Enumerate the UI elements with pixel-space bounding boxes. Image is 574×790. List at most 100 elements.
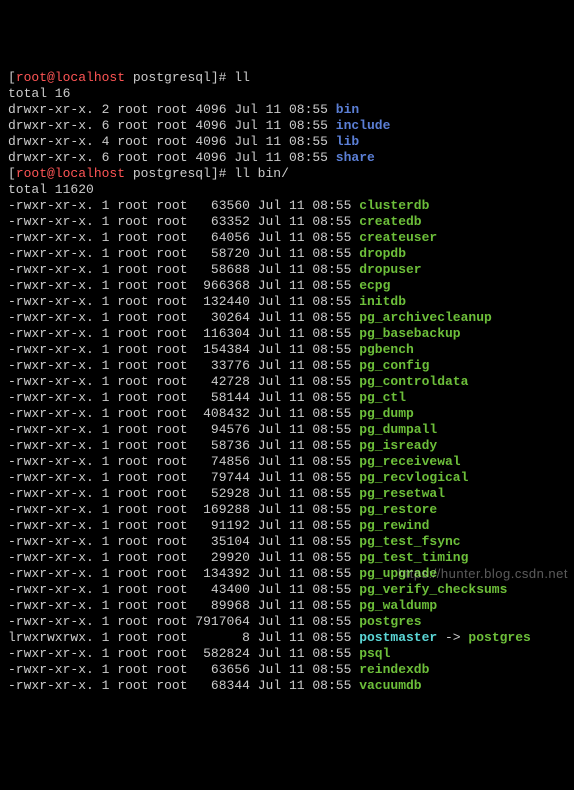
file-owner: root (117, 550, 148, 565)
file-group: root (156, 438, 187, 453)
file-perms: -rwxr-xr-x. (8, 230, 94, 245)
file-group: root (156, 150, 187, 165)
file-links: 1 (102, 374, 110, 389)
file-group: root (156, 342, 187, 357)
file-date: Jul 11 08:55 (234, 102, 328, 117)
file-group: root (156, 614, 187, 629)
file-date: Jul 11 08:55 (258, 566, 352, 581)
file-group: root (156, 118, 187, 133)
file-size: 64056 (195, 230, 250, 245)
file-size: 132440 (195, 294, 250, 309)
file-perms: lrwxrwxrwx. (8, 630, 94, 645)
ls-row: -rwxr-xr-x. 1 root root 116304 Jul 11 08… (8, 326, 566, 342)
file-owner: root (117, 198, 148, 213)
file-date: Jul 11 08:55 (258, 518, 352, 533)
file-owner: root (117, 582, 148, 597)
file-date: Jul 11 08:55 (258, 246, 352, 261)
file-name: reindexdb (359, 662, 429, 677)
prompt-cwd: postgresql (125, 166, 211, 181)
prompt-line[interactable]: [root@localhost postgresql]# ll (8, 70, 566, 86)
file-links: 1 (102, 470, 110, 485)
file-links: 1 (102, 310, 110, 325)
file-group: root (156, 390, 187, 405)
file-links: 1 (102, 438, 110, 453)
file-name: pg_ctl (359, 390, 406, 405)
file-date: Jul 11 08:55 (258, 198, 352, 213)
file-date: Jul 11 08:55 (234, 150, 328, 165)
file-perms: -rwxr-xr-x. (8, 246, 94, 261)
file-size: 58688 (195, 262, 250, 277)
file-size: 63560 (195, 198, 250, 213)
prompt-line[interactable]: [root@localhost postgresql]# ll bin/ (8, 166, 566, 182)
file-size: 154384 (195, 342, 250, 357)
file-group: root (156, 646, 187, 661)
file-size: 29920 (195, 550, 250, 565)
file-perms: -rwxr-xr-x. (8, 310, 94, 325)
file-links: 1 (102, 662, 110, 677)
file-perms: -rwxr-xr-x. (8, 262, 94, 277)
file-group: root (156, 294, 187, 309)
file-size: 582824 (195, 646, 250, 661)
file-owner: root (117, 390, 148, 405)
file-name: dropuser (359, 262, 421, 277)
file-name: pg_archivecleanup (359, 310, 492, 325)
file-size: 30264 (195, 310, 250, 325)
file-owner: root (117, 342, 148, 357)
command-text: ll bin/ (234, 166, 289, 181)
file-links: 1 (102, 246, 110, 261)
terminal-output: [root@localhost postgresql]# lltotal 16d… (8, 70, 566, 694)
file-size: 43400 (195, 582, 250, 597)
file-date: Jul 11 08:55 (258, 422, 352, 437)
file-links: 1 (102, 326, 110, 341)
file-size: 58720 (195, 246, 250, 261)
file-date: Jul 11 08:55 (258, 342, 352, 357)
file-perms: -rwxr-xr-x. (8, 518, 94, 533)
file-perms: -rwxr-xr-x. (8, 534, 94, 549)
ls-row: -rwxr-xr-x. 1 root root 91192 Jul 11 08:… (8, 518, 566, 534)
file-perms: drwxr-xr-x. (8, 102, 94, 117)
file-perms: -rwxr-xr-x. (8, 646, 94, 661)
file-name: pg_restore (359, 502, 437, 517)
ls-row: -rwxr-xr-x. 1 root root 408432 Jul 11 08… (8, 406, 566, 422)
file-owner: root (117, 646, 148, 661)
file-size: 4096 (195, 134, 226, 149)
file-name: lib (336, 134, 359, 149)
file-perms: -rwxr-xr-x. (8, 358, 94, 373)
ls-row: -rwxr-xr-x. 1 root root 74856 Jul 11 08:… (8, 454, 566, 470)
file-name: share (336, 150, 375, 165)
ls-row: -rwxr-xr-x. 1 root root 7917064 Jul 11 0… (8, 614, 566, 630)
file-name: pg_recvlogical (359, 470, 468, 485)
ls-row: -rwxr-xr-x. 1 root root 52928 Jul 11 08:… (8, 486, 566, 502)
ls-row: -rwxr-xr-x. 1 root root 64056 Jul 11 08:… (8, 230, 566, 246)
file-name: vacuumdb (359, 678, 421, 693)
file-links: 1 (102, 630, 110, 645)
file-date: Jul 11 08:55 (258, 310, 352, 325)
ls-row: -rwxr-xr-x. 1 root root 29920 Jul 11 08:… (8, 550, 566, 566)
file-size: 7917064 (195, 614, 250, 629)
file-name: dropdb (359, 246, 406, 261)
file-name: psql (359, 646, 390, 661)
ls-row: -rwxr-xr-x. 1 root root 63656 Jul 11 08:… (8, 662, 566, 678)
file-name: pg_rewind (359, 518, 429, 533)
file-group: root (156, 278, 187, 293)
file-links: 1 (102, 502, 110, 517)
file-size: 79744 (195, 470, 250, 485)
file-group: root (156, 262, 187, 277)
file-name: bin (336, 102, 359, 117)
ls-row: -rwxr-xr-x. 1 root root 79744 Jul 11 08:… (8, 470, 566, 486)
file-size: 58144 (195, 390, 250, 405)
file-owner: root (117, 422, 148, 437)
ls-row: drwxr-xr-x. 6 root root 4096 Jul 11 08:5… (8, 118, 566, 134)
file-perms: -rwxr-xr-x. (8, 406, 94, 421)
file-group: root (156, 630, 187, 645)
ls-row: -rwxr-xr-x. 1 root root 94576 Jul 11 08:… (8, 422, 566, 438)
file-group: root (156, 470, 187, 485)
file-links: 1 (102, 454, 110, 469)
file-group: root (156, 534, 187, 549)
file-name: postmaster (359, 630, 437, 645)
file-name: pg_verify_checksums (359, 582, 507, 597)
ls-row: -rwxr-xr-x. 1 root root 169288 Jul 11 08… (8, 502, 566, 518)
file-name: pg_receivewal (359, 454, 460, 469)
ls-row: -rwxr-xr-x. 1 root root 35104 Jul 11 08:… (8, 534, 566, 550)
file-group: root (156, 230, 187, 245)
